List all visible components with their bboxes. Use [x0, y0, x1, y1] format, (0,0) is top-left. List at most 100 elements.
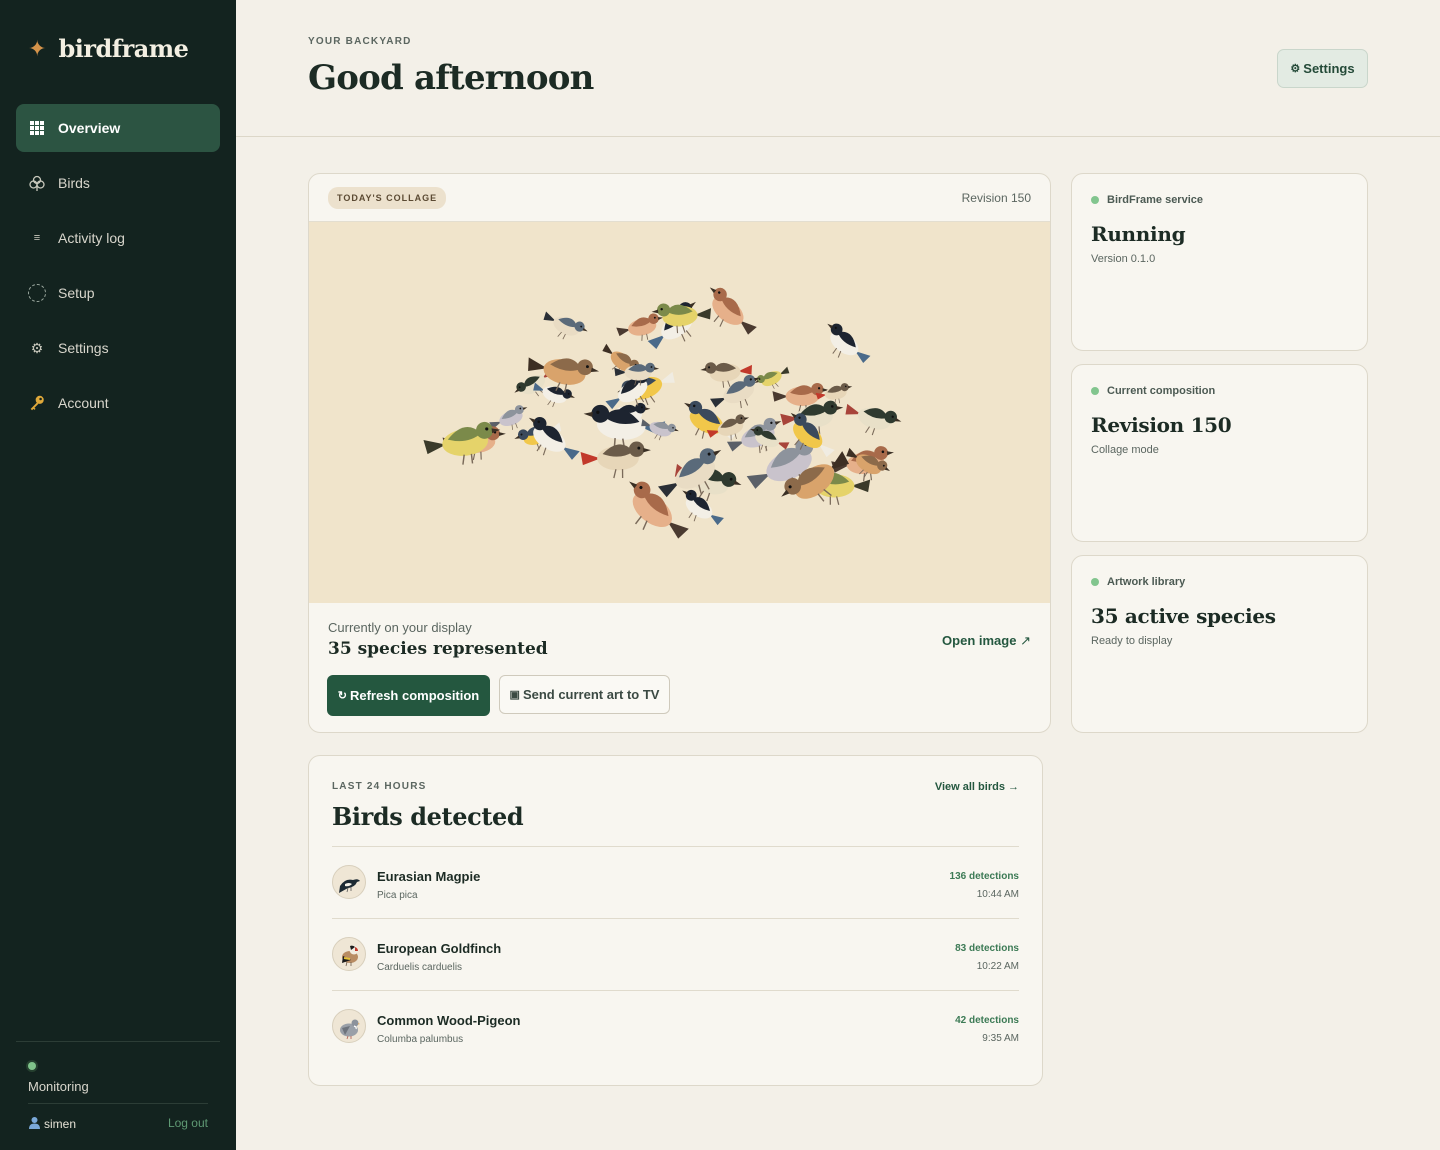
composition-status-card: Current composition Revision 150 Collage… [1071, 364, 1368, 542]
bird-icon [28, 174, 46, 192]
status-card-header: Artwork library [1091, 576, 1185, 588]
sidebar-item-label: Account [58, 395, 109, 411]
collage-card-footer: Currently on your display 35 species rep… [309, 603, 1050, 732]
status-dot [1091, 578, 1099, 586]
collage-bird [754, 366, 790, 389]
status-dot [1091, 387, 1099, 395]
send-to-tv-button[interactable]: ▣ Send current art to TV [499, 675, 670, 714]
birds-eyebrow: LAST 24 HOURS [332, 781, 427, 792]
status-card-sub: Version 0.1.0 [1091, 253, 1156, 265]
sidebar-nav: Overview Birds ≡ Activity log Setup ⚙ Se… [16, 104, 220, 434]
collage-bird [543, 311, 588, 340]
sidebar-item-label: Setup [58, 285, 95, 301]
bird-detections: 136 detections [949, 871, 1019, 882]
sidebar-item-label: Settings [58, 340, 109, 356]
user: simen [28, 1116, 76, 1132]
settings-button[interactable]: ⚙ Settings [1277, 49, 1368, 88]
user-icon [28, 1116, 41, 1132]
collage-card: TODAY'S COLLAGE Revision 150 Currently o… [308, 173, 1051, 733]
tv-icon: ▣ [509, 689, 520, 701]
status-card-label: Artwork library [1107, 576, 1186, 588]
status-card-value: 35 active species [1091, 604, 1276, 628]
goldfinch-avatar [332, 937, 366, 971]
star-icon: ✦ [28, 35, 47, 61]
dashed-circle-icon [28, 284, 46, 302]
status-card-header: BirdFrame service [1091, 194, 1203, 206]
bird-list: Eurasian Magpie Pica pica 136 detections… [332, 846, 1019, 1063]
refresh-button-label: Refresh composition [349, 688, 480, 703]
user-row: simen Log out [28, 1103, 208, 1132]
grid-icon [28, 119, 46, 137]
bird-detections: 42 detections [955, 1015, 1019, 1026]
view-all-birds-link[interactable]: View all birds → [935, 781, 1019, 793]
status-card-label: BirdFrame service [1107, 194, 1203, 206]
display-label: Currently on your display [328, 620, 472, 635]
status-card-label: Current composition [1107, 385, 1216, 397]
sidebar-item-label: Birds [58, 175, 90, 191]
bird-scientific-name: Columba palumbus [377, 1034, 464, 1045]
monitoring-status: Monitoring [28, 1079, 89, 1094]
brand[interactable]: ✦ birdframe [28, 34, 189, 63]
birds-detected-card: LAST 24 HOURS Birds detected View all bi… [308, 755, 1043, 1086]
service-status-card: BirdFrame service Running Version 0.1.0 [1071, 173, 1368, 351]
collage-tag: TODAY'S COLLAGE [328, 186, 447, 209]
status-card-value: Revision 150 [1091, 413, 1232, 437]
bird-collage-image[interactable] [309, 222, 1050, 603]
status-card-header: Current composition [1091, 385, 1215, 397]
refresh-icon: ↻ [337, 690, 347, 702]
sidebar-item-settings[interactable]: ⚙ Settings [16, 324, 220, 372]
bird-scientific-name: Pica pica [377, 890, 418, 901]
settings-button-label: Settings [1303, 61, 1355, 76]
sidebar-footer: Monitoring simen Log out [16, 1041, 220, 1131]
status-card-sub: Ready to display [1091, 635, 1173, 647]
sidebar-item-label: Overview [58, 120, 121, 136]
sidebar-item-activity-log[interactable]: ≡ Activity log [16, 214, 220, 262]
status-card-value: Running [1091, 222, 1186, 246]
list-icon: ≡ [33, 232, 41, 244]
page-header: YOUR BACKYARD Good afternoon ⚙ Settings [236, 0, 1440, 137]
status-dot [1091, 196, 1099, 204]
brand-name: birdframe [58, 34, 189, 63]
status-card-sub: Collage mode [1091, 444, 1159, 456]
sidebar-item-setup[interactable]: Setup [16, 269, 220, 317]
bird-last-seen: 9:35 AM [982, 1033, 1019, 1044]
page-title: Good afternoon [308, 58, 594, 98]
logout-link[interactable]: Log out [168, 1116, 208, 1132]
collage-bird [580, 441, 651, 479]
bird-scientific-name: Carduelis carduelis [377, 962, 463, 973]
pigeon-avatar [332, 1009, 366, 1043]
bird-row-eurasian-magpie[interactable]: Eurasian Magpie Pica pica 136 detections… [332, 847, 1019, 919]
send-button-label: Send current art to TV [522, 687, 660, 702]
page-eyebrow: YOUR BACKYARD [308, 36, 412, 47]
library-status-card: Artwork library 35 active species Ready … [1071, 555, 1368, 733]
bird-last-seen: 10:44 AM [976, 889, 1019, 900]
external-link-icon: ↗ [1020, 633, 1031, 648]
gear-icon: ⚙ [1290, 63, 1301, 75]
username: simen [44, 1117, 77, 1131]
species-represented: 35 species represented [328, 639, 548, 659]
collage-bird [845, 403, 902, 436]
bird-last-seen: 10:22 AM [976, 961, 1019, 972]
status-dot [28, 1062, 36, 1070]
bird-name: Common Wood-Pigeon [377, 1013, 521, 1028]
collage-bird [827, 323, 871, 364]
sidebar-item-account[interactable]: Account [16, 379, 220, 427]
refresh-composition-button[interactable]: ↻ Refresh composition [327, 675, 490, 716]
bird-row-european-goldfinch[interactable]: European Goldfinch Carduelis carduelis 8… [332, 919, 1019, 991]
birds-title: Birds detected [332, 802, 524, 831]
key-icon [28, 394, 46, 412]
bird-name: European Goldfinch [377, 941, 502, 956]
open-image-label: Open image [942, 633, 1017, 648]
gear-icon: ⚙ [30, 339, 44, 356]
magpie-avatar [332, 865, 366, 899]
sidebar-item-label: Activity log [58, 230, 125, 246]
sidebar-item-overview[interactable]: Overview [16, 104, 220, 152]
bird-row-common-wood-pigeon[interactable]: Common Wood-Pigeon Columba palumbus 42 d… [332, 991, 1019, 1063]
sidebar-item-birds[interactable]: Birds [16, 159, 220, 207]
collage-card-header: TODAY'S COLLAGE Revision 150 [309, 174, 1050, 222]
bird-name: Eurasian Magpie [377, 869, 481, 884]
revision-label: Revision 150 [961, 190, 1031, 205]
sidebar: ✦ birdframe Overview Birds ≡ Activity lo… [0, 0, 236, 1150]
open-image-link[interactable]: Open image ↗ [942, 633, 1031, 649]
bird-detections: 83 detections [955, 943, 1019, 954]
